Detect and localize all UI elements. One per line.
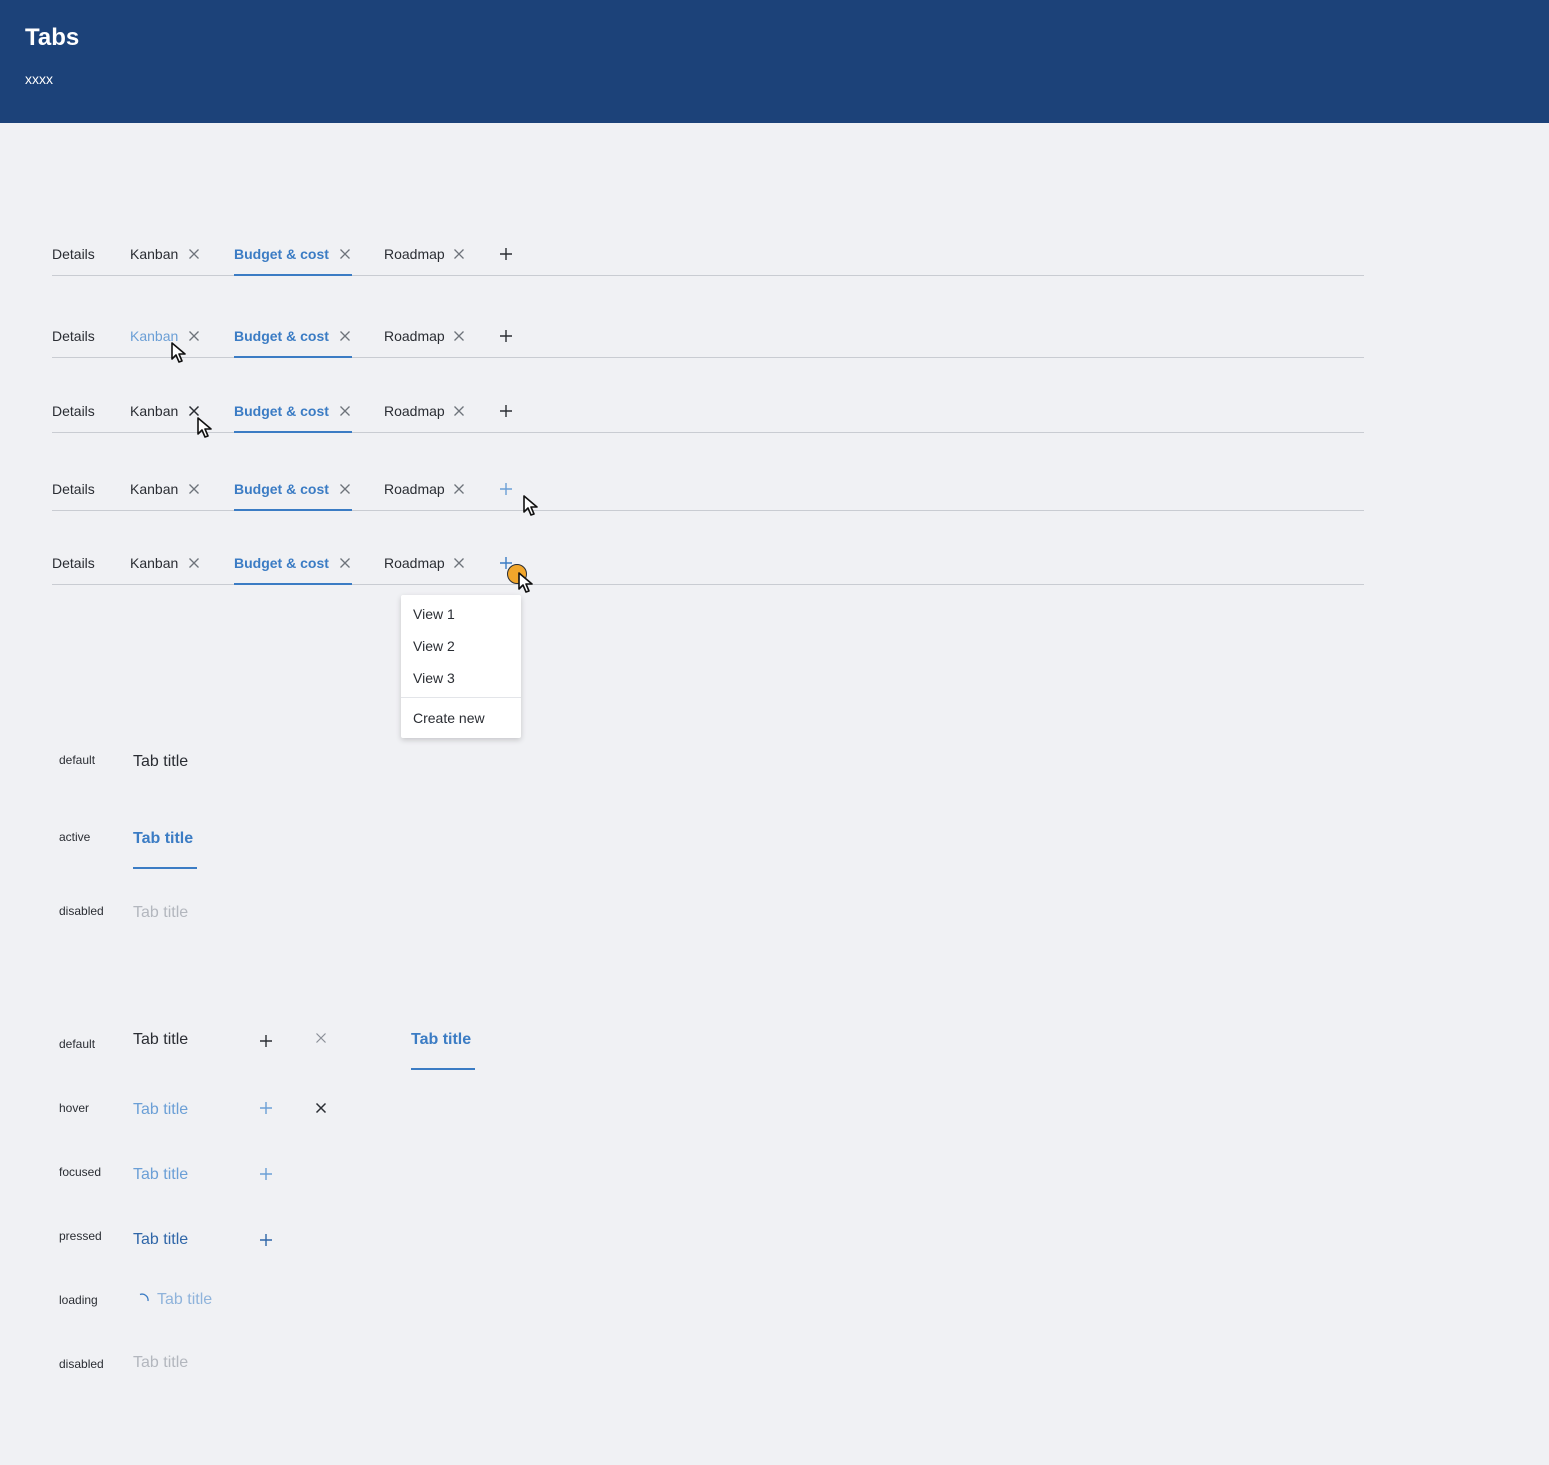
- plus-icon[interactable]: [259, 1101, 273, 1115]
- close-icon[interactable]: [453, 247, 465, 261]
- plus-icon[interactable]: [499, 404, 513, 418]
- tab-roadmap[interactable]: Roadmap: [384, 481, 445, 497]
- close-icon[interactable]: [453, 482, 465, 496]
- tab-disabled: Tab title: [133, 904, 189, 921]
- active-tab-indicator: [133, 867, 197, 869]
- active-tab-indicator: [234, 274, 352, 276]
- state-label: default: [59, 1037, 96, 1051]
- tab-active[interactable]: Tab title: [411, 1031, 471, 1049]
- tab-bar: Details Kanban Budget & cost Roadmap: [52, 481, 1364, 511]
- tab-active[interactable]: Tab title: [133, 830, 193, 848]
- tab-roadmap[interactable]: Roadmap: [384, 328, 445, 344]
- close-icon[interactable]: [453, 404, 465, 418]
- menu-item-create-new[interactable]: Create new: [413, 710, 485, 726]
- tab-details[interactable]: Details: [52, 328, 95, 344]
- tab-budget-cost[interactable]: Budget & cost: [234, 328, 329, 344]
- close-icon[interactable]: [188, 556, 200, 570]
- close-icon[interactable]: [339, 556, 351, 570]
- state-label: focused: [59, 1165, 102, 1179]
- tab-roadmap[interactable]: Roadmap: [384, 403, 445, 419]
- tab-details[interactable]: Details: [52, 246, 95, 262]
- plus-icon[interactable]: [259, 1167, 273, 1181]
- page-title: Tabs: [25, 24, 80, 51]
- tab-pressed[interactable]: Tab title: [133, 1231, 188, 1249]
- tab-bar: Details Kanban Budget & cost Roadmap: [52, 246, 1364, 276]
- menu-item-view-3[interactable]: View 3: [413, 670, 455, 686]
- plus-icon[interactable]: [499, 247, 513, 261]
- cursor-icon: [523, 495, 538, 516]
- tab-default[interactable]: Tab title: [133, 1031, 188, 1049]
- active-tab-indicator: [234, 356, 352, 358]
- state-label: disabled: [59, 1357, 104, 1371]
- tab-details[interactable]: Details: [52, 403, 95, 419]
- active-tab-indicator: [234, 431, 352, 433]
- tab-focused[interactable]: Tab title: [133, 1166, 188, 1184]
- tab-details[interactable]: Details: [52, 555, 95, 571]
- plus-icon[interactable]: [499, 482, 513, 496]
- active-tab-indicator: [411, 1068, 475, 1070]
- tab-bar: Details Kanban Budget & cost Roadmap: [52, 555, 1364, 585]
- page-subtitle: xxxx: [25, 71, 53, 87]
- tab-bar: Details Kanban Budget & cost Roadmap: [52, 403, 1364, 433]
- tab-kanban[interactable]: Kanban: [130, 481, 178, 497]
- menu-item-view-1[interactable]: View 1: [413, 606, 455, 622]
- plus-icon[interactable]: [259, 1034, 273, 1048]
- tab-kanban[interactable]: Kanban: [130, 555, 178, 571]
- cursor-icon: [171, 342, 186, 363]
- cursor-icon: [197, 417, 212, 438]
- close-icon[interactable]: [339, 482, 351, 496]
- tab-budget-cost[interactable]: Budget & cost: [234, 403, 329, 419]
- state-label: default: [59, 753, 96, 767]
- state-label: active: [59, 830, 91, 844]
- tab-hover[interactable]: Tab title: [133, 1101, 188, 1119]
- plus-icon[interactable]: [259, 1233, 273, 1247]
- tab-roadmap[interactable]: Roadmap: [384, 555, 445, 571]
- close-icon[interactable]: [453, 556, 465, 570]
- tab-budget-cost[interactable]: Budget & cost: [234, 555, 329, 571]
- tab-loading: Tab title: [157, 1291, 213, 1308]
- close-icon[interactable]: [339, 247, 351, 261]
- add-view-menu: View 1 View 2 View 3 Create new: [401, 595, 521, 738]
- close-icon[interactable]: [315, 1102, 327, 1114]
- tab-details[interactable]: Details: [52, 481, 95, 497]
- menu-item-view-2[interactable]: View 2: [413, 638, 455, 654]
- close-icon[interactable]: [315, 1032, 327, 1044]
- tab-roadmap[interactable]: Roadmap: [384, 246, 445, 262]
- state-label: hover: [59, 1101, 90, 1115]
- tab-default[interactable]: Tab title: [133, 753, 188, 771]
- tab-bar: Details Kanban Budget & cost Roadmap: [52, 328, 1364, 358]
- close-icon[interactable]: [188, 482, 200, 496]
- tab-kanban[interactable]: Kanban: [130, 403, 178, 419]
- menu-divider: [401, 697, 521, 698]
- plus-icon[interactable]: [499, 329, 513, 343]
- tab-disabled: Tab title: [133, 1354, 189, 1371]
- tab-budget-cost[interactable]: Budget & cost: [234, 246, 329, 262]
- state-label: loading: [59, 1293, 98, 1307]
- active-tab-indicator: [234, 509, 352, 511]
- tab-budget-cost[interactable]: Budget & cost: [234, 481, 329, 497]
- state-label: disabled: [59, 904, 104, 918]
- cursor-icon: [518, 572, 533, 593]
- active-tab-indicator: [234, 583, 352, 585]
- page-header: Tabs xxxx: [0, 0, 1549, 123]
- close-icon[interactable]: [339, 329, 351, 343]
- tab-kanban[interactable]: Kanban: [130, 246, 178, 262]
- state-label: pressed: [59, 1229, 102, 1243]
- close-icon[interactable]: [339, 404, 351, 418]
- close-icon[interactable]: [188, 247, 200, 261]
- close-icon[interactable]: [453, 329, 465, 343]
- spinner-icon: [139, 1293, 149, 1302]
